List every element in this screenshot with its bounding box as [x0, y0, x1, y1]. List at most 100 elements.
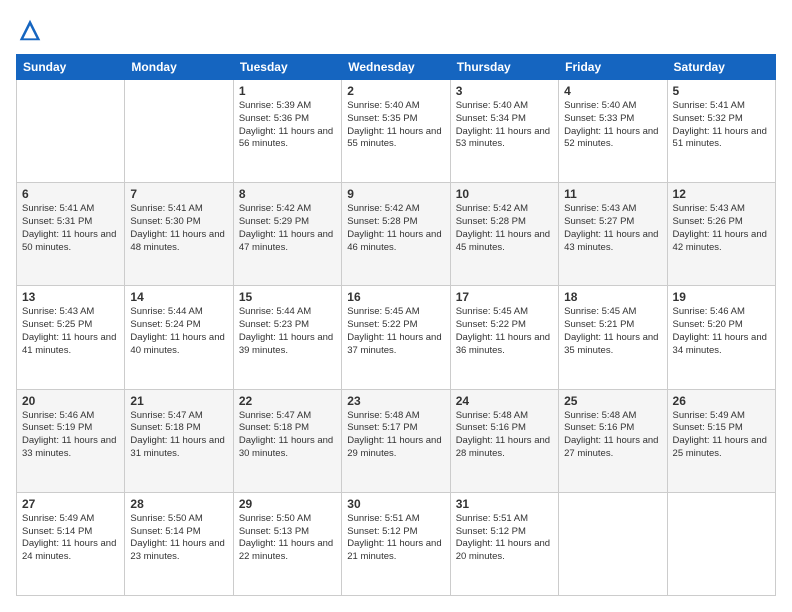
calendar-table: SundayMondayTuesdayWednesdayThursdayFrid…	[16, 54, 776, 596]
calendar-cell: 19 Sunrise: 5:46 AM Sunset: 5:20 PM Dayli…	[667, 286, 775, 389]
day-info: Sunrise: 5:45 AM Sunset: 5:22 PM Dayligh…	[456, 306, 553, 357]
calendar-cell: 24 Sunrise: 5:48 AM Sunset: 5:16 PM Dayli…	[450, 389, 558, 492]
calendar-cell: 6 Sunrise: 5:41 AM Sunset: 5:31 PM Daylig…	[17, 183, 125, 286]
calendar-week-row: 27Sunrise: 5:49 AM Sunset: 5:14 PM Dayli…	[17, 492, 776, 595]
day-info: Sunrise: 5:47 AM Sunset: 5:18 PM Dayligh…	[130, 410, 227, 461]
day-number: 4	[564, 84, 661, 98]
calendar-header-row: SundayMondayTuesdayWednesdayThursdayFrid…	[17, 55, 776, 80]
calendar-weekday-friday: Friday	[559, 55, 667, 80]
day-number: 20	[22, 394, 119, 408]
day-info: Sunrise: 5:46 AM Sunset: 5:20 PM Dayligh…	[673, 306, 770, 357]
calendar-cell: 14 Sunrise: 5:44 AM Sunset: 5:24 PM Dayli…	[125, 286, 233, 389]
day-number: 17	[456, 290, 553, 304]
calendar-cell: 9 Sunrise: 5:42 AM Sunset: 5:28 PM Daylig…	[342, 183, 450, 286]
calendar-week-row: 1 Sunrise: 5:39 AM Sunset: 5:36 PM Daylig…	[17, 80, 776, 183]
day-number: 7	[130, 187, 227, 201]
day-info: Sunrise: 5:46 AM Sunset: 5:19 PM Dayligh…	[22, 410, 119, 461]
logo-icon	[16, 16, 44, 44]
day-info: Sunrise: 5:42 AM Sunset: 5:28 PM Dayligh…	[347, 203, 444, 254]
calendar-weekday-monday: Monday	[125, 55, 233, 80]
day-number: 23	[347, 394, 444, 408]
day-info: Sunrise: 5:50 AM Sunset: 5:14 PM Dayligh…	[130, 513, 227, 564]
calendar-cell	[559, 492, 667, 595]
day-number: 18	[564, 290, 661, 304]
day-info: Sunrise: 5:47 AM Sunset: 5:18 PM Dayligh…	[239, 410, 336, 461]
day-number: 12	[673, 187, 770, 201]
calendar-weekday-sunday: Sunday	[17, 55, 125, 80]
day-info: Sunrise: 5:42 AM Sunset: 5:29 PM Dayligh…	[239, 203, 336, 254]
calendar-weekday-wednesday: Wednesday	[342, 55, 450, 80]
day-number: 19	[673, 290, 770, 304]
calendar-cell: 5Sunrise: 5:41 AM Sunset: 5:32 PM Daylig…	[667, 80, 775, 183]
day-info: Sunrise: 5:44 AM Sunset: 5:24 PM Dayligh…	[130, 306, 227, 357]
day-number: 11	[564, 187, 661, 201]
calendar-cell: 18 Sunrise: 5:45 AM Sunset: 5:21 PM Dayli…	[559, 286, 667, 389]
day-info: Sunrise: 5:40 AM Sunset: 5:35 PM Dayligh…	[347, 100, 444, 151]
calendar-cell: 13 Sunrise: 5:43 AM Sunset: 5:25 PM Dayli…	[17, 286, 125, 389]
day-info: Sunrise: 5:42 AM Sunset: 5:28 PM Dayligh…	[456, 203, 553, 254]
day-number: 27	[22, 497, 119, 511]
day-number: 30	[347, 497, 444, 511]
calendar-cell	[125, 80, 233, 183]
day-number: 3	[456, 84, 553, 98]
day-number: 9	[347, 187, 444, 201]
day-info: Sunrise: 5:48 AM Sunset: 5:16 PM Dayligh…	[564, 410, 661, 461]
calendar-cell: 2 Sunrise: 5:40 AM Sunset: 5:35 PM Daylig…	[342, 80, 450, 183]
day-info: Sunrise: 5:50 AM Sunset: 5:13 PM Dayligh…	[239, 513, 336, 564]
day-number: 15	[239, 290, 336, 304]
day-info: Sunrise: 5:39 AM Sunset: 5:36 PM Dayligh…	[239, 100, 336, 151]
calendar-cell: 26 Sunrise: 5:49 AM Sunset: 5:15 PM Dayli…	[667, 389, 775, 492]
day-info: Sunrise: 5:44 AM Sunset: 5:23 PM Dayligh…	[239, 306, 336, 357]
day-info: Sunrise: 5:48 AM Sunset: 5:17 PM Dayligh…	[347, 410, 444, 461]
calendar-cell: 11 Sunrise: 5:43 AM Sunset: 5:27 PM Dayli…	[559, 183, 667, 286]
day-info: Sunrise: 5:41 AM Sunset: 5:30 PM Dayligh…	[130, 203, 227, 254]
calendar-cell: 3 Sunrise: 5:40 AM Sunset: 5:34 PM Daylig…	[450, 80, 558, 183]
day-info: Sunrise: 5:43 AM Sunset: 5:27 PM Dayligh…	[564, 203, 661, 254]
calendar-cell: 28Sunrise: 5:50 AM Sunset: 5:14 PM Dayli…	[125, 492, 233, 595]
logo	[16, 16, 46, 44]
day-number: 22	[239, 394, 336, 408]
calendar-cell: 16 Sunrise: 5:45 AM Sunset: 5:22 PM Dayli…	[342, 286, 450, 389]
calendar-cell: 30Sunrise: 5:51 AM Sunset: 5:12 PM Dayli…	[342, 492, 450, 595]
day-number: 26	[673, 394, 770, 408]
calendar-cell: 1 Sunrise: 5:39 AM Sunset: 5:36 PM Daylig…	[233, 80, 341, 183]
day-number: 16	[347, 290, 444, 304]
calendar-cell: 23 Sunrise: 5:48 AM Sunset: 5:17 PM Dayli…	[342, 389, 450, 492]
calendar-cell: 12Sunrise: 5:43 AM Sunset: 5:26 PM Dayli…	[667, 183, 775, 286]
day-info: Sunrise: 5:45 AM Sunset: 5:22 PM Dayligh…	[347, 306, 444, 357]
calendar-cell: 8 Sunrise: 5:42 AM Sunset: 5:29 PM Daylig…	[233, 183, 341, 286]
day-number: 31	[456, 497, 553, 511]
calendar-cell: 21 Sunrise: 5:47 AM Sunset: 5:18 PM Dayli…	[125, 389, 233, 492]
calendar-weekday-saturday: Saturday	[667, 55, 775, 80]
day-number: 21	[130, 394, 227, 408]
calendar-week-row: 6 Sunrise: 5:41 AM Sunset: 5:31 PM Daylig…	[17, 183, 776, 286]
calendar-cell: 29 Sunrise: 5:50 AM Sunset: 5:13 PM Dayli…	[233, 492, 341, 595]
calendar-cell: 22 Sunrise: 5:47 AM Sunset: 5:18 PM Dayli…	[233, 389, 341, 492]
day-number: 29	[239, 497, 336, 511]
day-info: Sunrise: 5:41 AM Sunset: 5:31 PM Dayligh…	[22, 203, 119, 254]
calendar-week-row: 20 Sunrise: 5:46 AM Sunset: 5:19 PM Dayli…	[17, 389, 776, 492]
day-info: Sunrise: 5:45 AM Sunset: 5:21 PM Dayligh…	[564, 306, 661, 357]
day-number: 24	[456, 394, 553, 408]
day-info: Sunrise: 5:48 AM Sunset: 5:16 PM Dayligh…	[456, 410, 553, 461]
day-number: 1	[239, 84, 336, 98]
day-number: 25	[564, 394, 661, 408]
day-number: 8	[239, 187, 336, 201]
day-number: 14	[130, 290, 227, 304]
header	[16, 16, 776, 44]
day-number: 10	[456, 187, 553, 201]
day-info: Sunrise: 5:49 AM Sunset: 5:15 PM Dayligh…	[673, 410, 770, 461]
calendar-cell: 25 Sunrise: 5:48 AM Sunset: 5:16 PM Dayli…	[559, 389, 667, 492]
calendar-cell: 17 Sunrise: 5:45 AM Sunset: 5:22 PM Dayli…	[450, 286, 558, 389]
calendar-weekday-tuesday: Tuesday	[233, 55, 341, 80]
day-number: 2	[347, 84, 444, 98]
day-number: 13	[22, 290, 119, 304]
day-number: 6	[22, 187, 119, 201]
calendar-cell: 4Sunrise: 5:40 AM Sunset: 5:33 PM Daylig…	[559, 80, 667, 183]
calendar-cell: 15 Sunrise: 5:44 AM Sunset: 5:23 PM Dayli…	[233, 286, 341, 389]
day-info: Sunrise: 5:43 AM Sunset: 5:25 PM Dayligh…	[22, 306, 119, 357]
calendar-cell	[667, 492, 775, 595]
calendar-cell: 10 Sunrise: 5:42 AM Sunset: 5:28 PM Dayli…	[450, 183, 558, 286]
calendar-cell: 31Sunrise: 5:51 AM Sunset: 5:12 PM Dayli…	[450, 492, 558, 595]
day-info: Sunrise: 5:40 AM Sunset: 5:34 PM Dayligh…	[456, 100, 553, 151]
